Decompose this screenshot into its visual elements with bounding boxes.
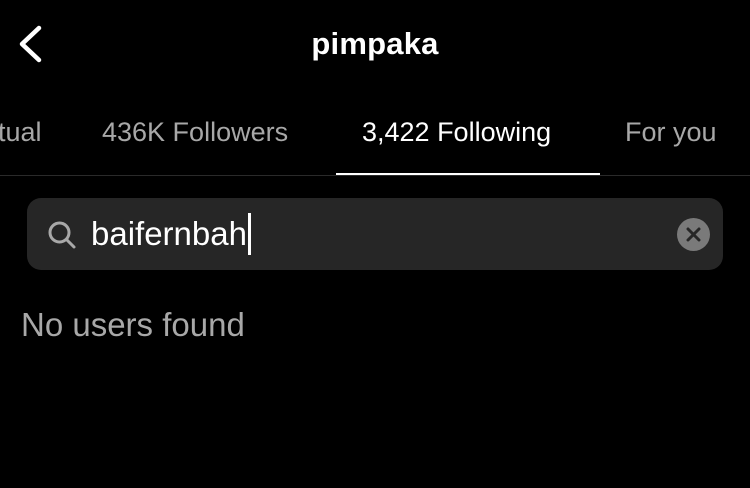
tab-bar: tual 436K Followers 3,422 Following For … bbox=[0, 96, 750, 176]
empty-state-message: No users found bbox=[21, 306, 245, 343]
clear-icon bbox=[686, 227, 701, 242]
text-cursor bbox=[247, 213, 251, 255]
header: pimpaka bbox=[0, 0, 750, 90]
active-tab-indicator bbox=[336, 173, 600, 175]
tab-mutual[interactable]: tual bbox=[0, 96, 42, 176]
search-icon bbox=[48, 221, 76, 249]
clear-search-button[interactable] bbox=[677, 218, 710, 251]
page-title: pimpaka bbox=[311, 26, 439, 61]
tab-for-you[interactable]: For you bbox=[625, 96, 717, 176]
tab-following[interactable]: 3,422 Following bbox=[362, 96, 551, 176]
tab-followers[interactable]: 436K Followers bbox=[102, 96, 288, 176]
search-bar[interactable]: baifernbah bbox=[27, 198, 723, 270]
search-input-value: baifernbah bbox=[91, 215, 247, 252]
search-input[interactable]: baifernbah bbox=[91, 210, 651, 258]
